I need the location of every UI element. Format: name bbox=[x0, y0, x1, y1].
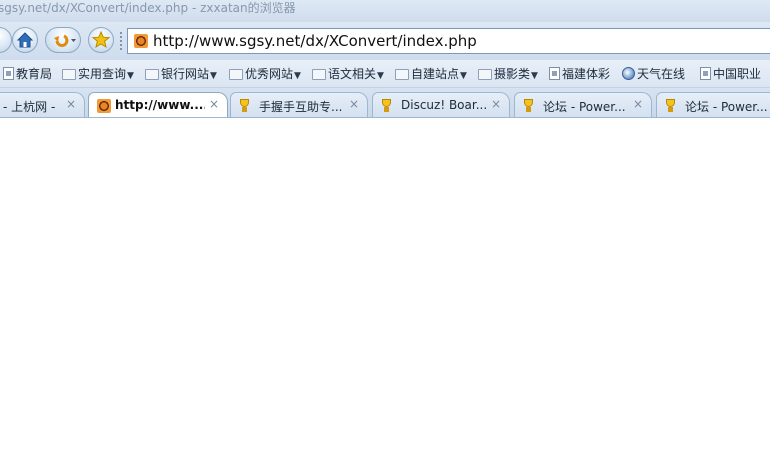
bookmark-folder-自建站点[interactable]: 自建站点▼ bbox=[395, 66, 467, 82]
globe-icon bbox=[622, 67, 635, 80]
folder-icon bbox=[312, 69, 326, 80]
trophy-icon bbox=[379, 99, 394, 113]
page-icon bbox=[549, 67, 560, 80]
page-icon bbox=[700, 67, 711, 80]
address-text[interactable]: http://www.sgsy.net/dx/XConvert/index.ph… bbox=[153, 32, 477, 50]
tab-label: http://www.... bbox=[115, 98, 205, 112]
close-tab-icon[interactable]: × bbox=[349, 97, 359, 111]
folder-icon bbox=[478, 69, 492, 80]
bookmark-教育局[interactable]: 教育局 bbox=[3, 66, 52, 82]
home-icon bbox=[16, 32, 34, 48]
tab-2[interactable]: 手握手互助专... × bbox=[230, 92, 368, 117]
close-tab-icon[interactable]: × bbox=[633, 97, 643, 111]
folder-icon bbox=[395, 69, 409, 80]
folder-icon bbox=[62, 69, 76, 80]
undo-close-tab-button[interactable] bbox=[45, 27, 81, 53]
tab-5[interactable]: 论坛 - Power... × bbox=[656, 92, 770, 117]
bookmark-folder-优秀网站[interactable]: 优秀网站▼ bbox=[229, 66, 301, 82]
bookmark-天气在线[interactable]: 天气在线 bbox=[622, 66, 685, 82]
window-title: sgsy.net/dx/XConvert/index.php - zxxatan… bbox=[0, 1, 296, 15]
page-content[interactable] bbox=[0, 118, 770, 464]
close-tab-icon[interactable]: × bbox=[491, 97, 501, 111]
trophy-icon bbox=[521, 99, 536, 113]
tab-0[interactable]: - 上杭网 - × bbox=[0, 92, 85, 117]
trophy-icon bbox=[663, 99, 678, 113]
dropdown-arrow-icon: ▼ bbox=[210, 71, 217, 81]
bookmark-中国职业[interactable]: 中国职业 bbox=[700, 66, 761, 82]
close-tab-icon[interactable]: × bbox=[66, 97, 76, 111]
favorites-button[interactable] bbox=[88, 27, 114, 53]
trophy-icon bbox=[237, 99, 252, 113]
folder-icon bbox=[145, 69, 159, 80]
tab-bar: - 上杭网 - × http://www.... × 手握手互助专... × D… bbox=[0, 88, 770, 118]
bookmark-folder-实用查询[interactable]: 实用查询▼ bbox=[62, 66, 134, 82]
tab-label: 论坛 - Power... bbox=[685, 100, 768, 114]
toolbar-grip[interactable] bbox=[120, 32, 122, 50]
tab-label: - 上杭网 - bbox=[3, 100, 56, 114]
home-button[interactable] bbox=[12, 27, 38, 53]
dropdown-arrow-icon: ▼ bbox=[460, 71, 467, 81]
navigation-toolbar: http://www.sgsy.net/dx/XConvert/index.ph… bbox=[0, 22, 770, 60]
bookmark-folder-语文相关[interactable]: 语文相关▼ bbox=[312, 66, 384, 82]
tab-label: Discuz! Boar... bbox=[401, 98, 488, 112]
site-favicon-icon bbox=[134, 34, 148, 48]
forward-button[interactable] bbox=[0, 27, 12, 53]
folder-icon bbox=[229, 69, 243, 80]
star-icon bbox=[91, 30, 111, 49]
page-icon bbox=[3, 67, 14, 80]
bookmark-福建体彩[interactable]: 福建体彩 bbox=[549, 66, 610, 82]
tab-3[interactable]: Discuz! Boar... × bbox=[372, 92, 510, 117]
dropdown-arrow-icon: ▼ bbox=[294, 71, 301, 81]
window-title-bar: sgsy.net/dx/XConvert/index.php - zxxatan… bbox=[0, 0, 770, 22]
bookmark-folder-摄影类[interactable]: 摄影类▼ bbox=[478, 66, 538, 82]
dropdown-arrow-icon: ▼ bbox=[531, 71, 538, 81]
dropdown-arrow-icon: ▼ bbox=[377, 71, 384, 81]
tab-label: 手握手互助专... bbox=[259, 100, 343, 114]
site-favicon-icon bbox=[97, 99, 111, 113]
bookmark-folder-银行网站[interactable]: 银行网站▼ bbox=[145, 66, 217, 82]
tab-4[interactable]: 论坛 - Power... × bbox=[514, 92, 652, 117]
bookmarks-bar: 教育局 实用查询▼ 银行网站▼ 优秀网站▼ 语文相关▼ 自建站点▼ 摄影类▼ 福… bbox=[0, 60, 770, 88]
dropdown-arrow-icon: ▼ bbox=[127, 71, 134, 81]
tab-label: 论坛 - Power... bbox=[543, 100, 626, 114]
address-bar[interactable]: http://www.sgsy.net/dx/XConvert/index.ph… bbox=[127, 28, 770, 54]
tab-1[interactable]: http://www.... × bbox=[88, 92, 228, 117]
close-tab-icon[interactable]: × bbox=[209, 97, 219, 111]
undo-icon bbox=[54, 34, 76, 48]
